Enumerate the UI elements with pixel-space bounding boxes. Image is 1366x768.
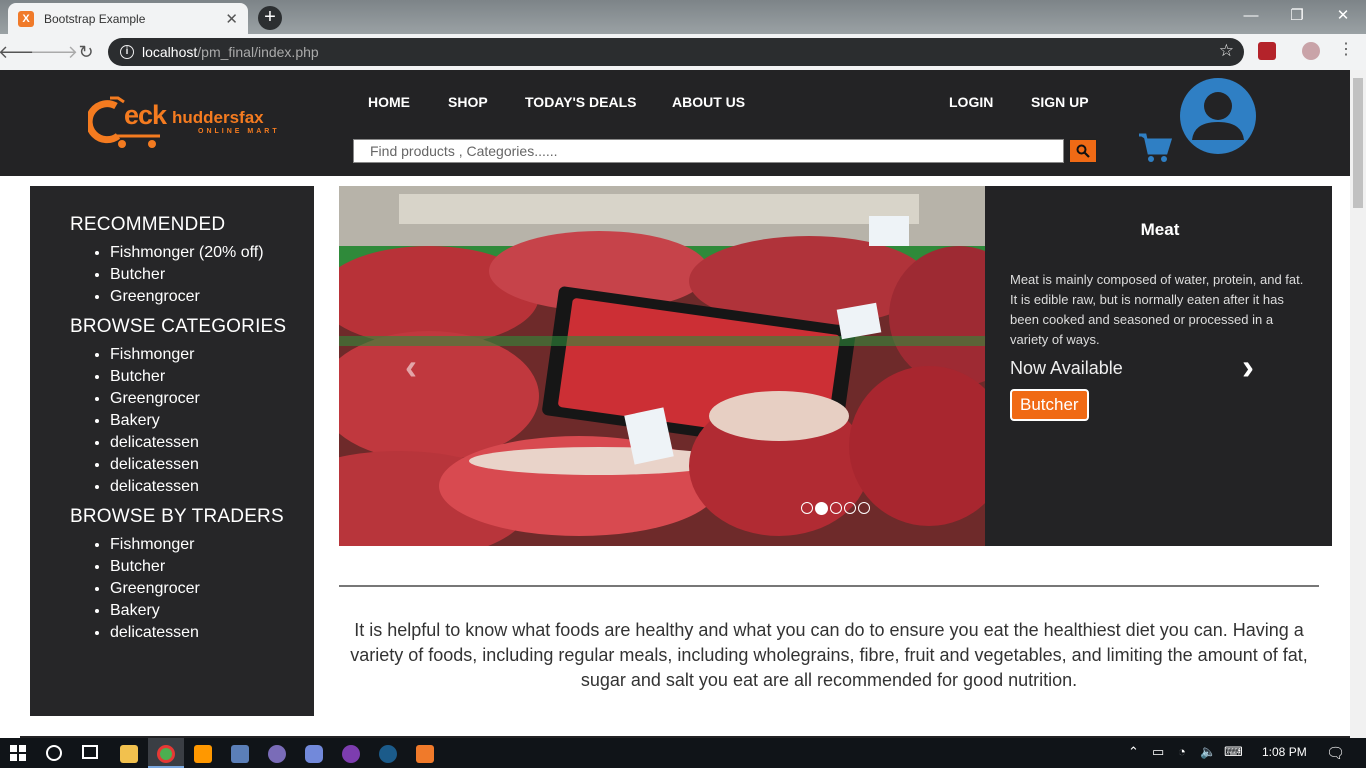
logo-subtitle: ONLINE MART bbox=[198, 128, 280, 135]
page-scrollbar[interactable] bbox=[1350, 70, 1366, 738]
bookmark-star-icon[interactable]: ☆ bbox=[1219, 41, 1234, 61]
sidebar-item[interactable]: Greengrocer bbox=[110, 388, 314, 410]
sidebar-item[interactable]: Greengrocer bbox=[110, 286, 314, 308]
nav-shop[interactable]: SHOP bbox=[448, 94, 488, 110]
logo-brand: eck bbox=[124, 100, 167, 130]
carousel-indicator[interactable] bbox=[830, 502, 842, 514]
extension-icon[interactable] bbox=[1258, 42, 1276, 60]
sidebar-item[interactable]: delicatessen bbox=[110, 432, 314, 454]
discord-icon[interactable] bbox=[305, 745, 323, 763]
sidebar-item[interactable]: delicatessen bbox=[110, 476, 314, 498]
profile-extension-icon[interactable] bbox=[1302, 42, 1320, 60]
nav-home[interactable]: HOME bbox=[368, 94, 410, 110]
section-divider bbox=[339, 585, 1319, 587]
tab-title: Bootstrap Example bbox=[44, 11, 146, 26]
carousel-indicator[interactable] bbox=[801, 502, 813, 514]
address-bar[interactable]: i localhost/pm_final/index.php ☆ bbox=[108, 38, 1244, 66]
sidebar-item[interactable]: Greengrocer bbox=[110, 578, 314, 600]
logo-brand-suffix: huddersfax bbox=[172, 108, 264, 127]
sidebar-item[interactable]: Butcher bbox=[110, 264, 314, 286]
window-close-icon[interactable]: ✕ bbox=[1320, 0, 1366, 30]
search-button[interactable] bbox=[1069, 139, 1097, 163]
xampp-icon[interactable] bbox=[416, 745, 434, 763]
search-input[interactable] bbox=[353, 139, 1064, 163]
carousel-indicators bbox=[801, 502, 870, 515]
nav-sign-up[interactable]: SIGN UP bbox=[1031, 94, 1089, 110]
caption-title: Meat bbox=[1140, 220, 1180, 239]
sidebar-item[interactable]: Butcher bbox=[110, 366, 314, 388]
sidebar-item[interactable]: delicatessen bbox=[110, 454, 314, 476]
sidebar-item[interactable]: delicatessen bbox=[110, 622, 314, 644]
battery-icon[interactable]: ▭ bbox=[1152, 744, 1164, 760]
browser-menu-icon[interactable]: ⋮ bbox=[1338, 42, 1354, 60]
carousel-prev-icon[interactable]: ‹ bbox=[405, 346, 417, 388]
sidebar-item[interactable]: Fishmonger bbox=[110, 534, 314, 556]
nav-login[interactable]: LOGIN bbox=[949, 94, 993, 110]
taskbar-clock[interactable]: 1:08 PM bbox=[1262, 745, 1307, 759]
recommended-heading: RECOMMENDED bbox=[70, 214, 226, 235]
site-info-icon[interactable]: i bbox=[120, 45, 134, 59]
carousel-caption: Meat Meat is mainly composed of water, p… bbox=[1010, 186, 1310, 546]
task-view-icon[interactable] bbox=[82, 745, 98, 759]
sidebar-item[interactable]: Fishmonger bbox=[110, 344, 314, 366]
reload-icon[interactable]: ↻ bbox=[70, 36, 102, 68]
site-logo[interactable]: eck huddersfax ONLINE MART bbox=[88, 92, 298, 152]
keyboard-icon[interactable]: ⌨ bbox=[1224, 744, 1243, 760]
viber-icon[interactable] bbox=[342, 745, 360, 763]
notification-icon[interactable]: 🗨 bbox=[1326, 744, 1345, 762]
sidebar-item[interactable]: Fishmonger (20% off) bbox=[110, 242, 314, 264]
nav-about-us[interactable]: ABOUT US bbox=[672, 94, 745, 110]
cortana-icon[interactable] bbox=[46, 745, 62, 761]
categories-list: Fishmonger Butcher Greengrocer Bakery de… bbox=[110, 344, 314, 498]
address-url: localhost/pm_final/index.php bbox=[142, 44, 319, 60]
xampp-favicon-icon: X bbox=[18, 10, 34, 27]
carousel-next-icon[interactable]: › bbox=[1242, 346, 1254, 388]
volume-icon[interactable]: 🔈 bbox=[1200, 744, 1216, 760]
nav-todays-deals[interactable]: TODAY'S DEALS bbox=[525, 94, 636, 110]
wifi-icon[interactable]: ◔ bbox=[1178, 744, 1186, 759]
browser-toolbar: 🡐 🡒 ↻ i localhost/pm_final/index.php ☆ bbox=[0, 34, 1366, 70]
restore-icon[interactable]: ❐ bbox=[1274, 0, 1320, 30]
meat-slide-image bbox=[339, 186, 985, 546]
windows-start-icon[interactable] bbox=[10, 745, 26, 761]
intro-paragraph: It is helpful to know what foods are hea… bbox=[350, 620, 1308, 690]
chrome-icon[interactable] bbox=[157, 745, 175, 763]
browse-categories-heading: BROWSE CATEGORIES bbox=[70, 316, 287, 337]
sidebar-item[interactable]: Bakery bbox=[110, 600, 314, 622]
sidebar-item[interactable]: Bakery bbox=[110, 410, 314, 432]
caption-description: Meat is mainly composed of water, protei… bbox=[1010, 272, 1304, 347]
browse-traders-heading: BROWSE BY TRADERS bbox=[70, 506, 284, 527]
snipping-tool-icon[interactable] bbox=[231, 745, 249, 763]
sidebar-item[interactable]: Butcher bbox=[110, 556, 314, 578]
browser-tab[interactable]: X Bootstrap Example ✕ bbox=[8, 3, 248, 34]
sidebar: RECOMMENDED Fishmonger (20% off) Butcher… bbox=[30, 186, 314, 716]
new-tab-icon[interactable]: + bbox=[258, 6, 282, 30]
minimize-icon[interactable]: — bbox=[1228, 0, 1274, 30]
user-avatar-icon[interactable] bbox=[1180, 78, 1256, 154]
carousel-indicator[interactable] bbox=[858, 502, 870, 514]
app-icon[interactable] bbox=[268, 745, 286, 763]
tab-close-icon[interactable]: ✕ bbox=[225, 10, 238, 28]
browser-tab-strip: X Bootstrap Example ✕ + — ❐ ✕ bbox=[0, 0, 1366, 34]
meat-carousel: ‹ Meat Meat is mainly composed of water,… bbox=[339, 186, 1332, 546]
sublime-text-icon[interactable] bbox=[194, 745, 212, 763]
carousel-indicator[interactable] bbox=[815, 502, 828, 515]
carousel-indicator[interactable] bbox=[844, 502, 856, 514]
scrollbar-thumb[interactable] bbox=[1353, 78, 1363, 208]
recommended-list: Fishmonger (20% off) Butcher Greengrocer bbox=[110, 242, 314, 308]
caption-availability: Now Available bbox=[1010, 358, 1123, 378]
traders-list: Fishmonger Butcher Greengrocer Bakery de… bbox=[110, 534, 314, 644]
shopping-cart-icon[interactable] bbox=[1138, 131, 1172, 163]
forward-icon[interactable]: 🡒 bbox=[30, 36, 78, 68]
file-explorer-icon[interactable] bbox=[120, 745, 138, 763]
steam-icon[interactable] bbox=[379, 745, 397, 763]
tray-chevron-icon[interactable]: ⌃ bbox=[1128, 744, 1139, 760]
search-icon bbox=[1076, 144, 1090, 158]
butcher-button[interactable]: Butcher bbox=[1010, 389, 1089, 421]
